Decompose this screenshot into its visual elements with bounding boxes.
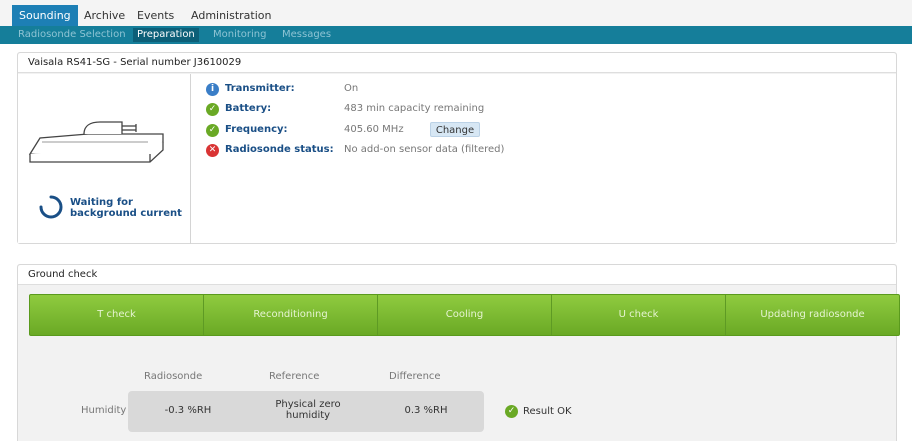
status-label-battery: Battery: bbox=[225, 103, 272, 114]
step-reconditioning: Reconditioning bbox=[204, 295, 378, 335]
ground-check-steps: T check Reconditioning Cooling U check U… bbox=[29, 294, 900, 336]
check-icon: ✓ bbox=[206, 124, 219, 137]
radiosonde-panel: Vaisala RS41-SG - Serial number J3610029… bbox=[17, 52, 897, 244]
subtab-monitoring[interactable]: Monitoring bbox=[209, 28, 270, 42]
step-updating-radiosonde: Updating radiosonde bbox=[760, 309, 865, 320]
column-header-radiosonde: Radiosonde bbox=[144, 371, 203, 382]
tab-events[interactable]: Events bbox=[130, 6, 181, 26]
top-tab-bar: Sounding Archive Events Administration bbox=[0, 0, 912, 26]
status-value-frequency: 405.60 MHz bbox=[344, 124, 404, 135]
status-label-frequency: Frequency: bbox=[225, 124, 288, 135]
status-value-radiosonde-status: No add-on sensor data (filtered) bbox=[344, 144, 505, 155]
humidity-values-box: -0.3 %RH Physical zero humidity 0.3 %RH bbox=[128, 391, 484, 432]
radiosonde-humidity-value: -0.3 %RH bbox=[164, 405, 212, 416]
info-icon: i bbox=[206, 83, 219, 96]
step-cooling: Cooling bbox=[378, 295, 552, 335]
waiting-line-2: background current bbox=[70, 208, 182, 219]
radiosonde-device-icon bbox=[28, 121, 164, 163]
reference-humidity-value: Physical zero humidity bbox=[248, 399, 368, 421]
result-status-text: Result OK bbox=[523, 406, 572, 417]
spinner-icon bbox=[39, 195, 63, 219]
reference-line-2: humidity bbox=[285, 410, 331, 421]
subtab-preparation[interactable]: Preparation bbox=[133, 28, 199, 42]
tab-sounding[interactable]: Sounding bbox=[12, 5, 78, 26]
change-frequency-button[interactable]: Change bbox=[430, 122, 480, 137]
status-label-radiosonde-status: Radiosonde status: bbox=[225, 144, 334, 155]
ground-check-panel: Ground check T check Reconditioning Cool… bbox=[17, 264, 900, 441]
waiting-line-1: Waiting for bbox=[70, 197, 133, 208]
step-u-check: U check bbox=[552, 295, 726, 335]
check-icon: ✓ bbox=[505, 405, 518, 418]
column-header-difference: Difference bbox=[389, 371, 441, 382]
panel-title: Vaisala RS41-SG - Serial number J3610029 bbox=[18, 53, 896, 73]
waiting-status-text: Waiting for background current bbox=[70, 197, 182, 219]
error-icon: ✕ bbox=[206, 144, 219, 157]
check-icon: ✓ bbox=[206, 103, 219, 116]
humidity-row-label: Humidity bbox=[81, 405, 127, 416]
reference-line-1: Physical zero bbox=[275, 399, 341, 410]
difference-humidity-value: 0.3 %RH bbox=[404, 405, 448, 416]
device-graphic-area: Waiting for background current bbox=[18, 74, 191, 244]
status-value-battery: 483 min capacity remaining bbox=[344, 103, 485, 114]
sub-tab-bar: Radiosonde Selection Preparation Monitor… bbox=[0, 26, 912, 44]
radiosonde-panel-body: Waiting for background current i Transmi… bbox=[18, 74, 896, 244]
ground-check-title: Ground check bbox=[18, 265, 896, 285]
subtab-messages[interactable]: Messages bbox=[278, 28, 335, 42]
status-value-transmitter: On bbox=[344, 83, 359, 94]
tab-archive[interactable]: Archive bbox=[77, 6, 132, 26]
status-label-transmitter: Transmitter: bbox=[225, 83, 295, 94]
subtab-radiosonde-selection[interactable]: Radiosonde Selection bbox=[14, 28, 130, 42]
step-t-check: T check bbox=[30, 295, 204, 335]
tab-administration[interactable]: Administration bbox=[184, 6, 279, 26]
column-header-reference: Reference bbox=[269, 371, 320, 382]
